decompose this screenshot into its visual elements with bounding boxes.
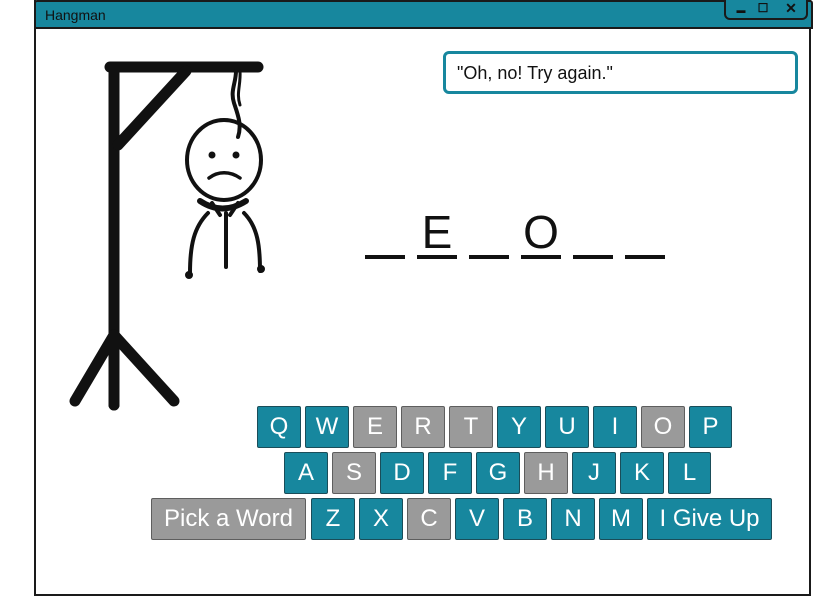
letter-slot [573, 205, 613, 259]
key-r[interactable]: R [401, 406, 445, 448]
close-icon[interactable]: ✕ [780, 0, 802, 18]
message-text: "Oh, no! Try again." [457, 63, 613, 83]
letter-slot: O [521, 205, 561, 259]
letter-slot: E [417, 205, 457, 259]
maximize-icon[interactable]: ☐ [752, 0, 774, 18]
give-up-button[interactable]: I Give Up [647, 498, 772, 540]
key-f[interactable]: F [428, 452, 472, 494]
key-o[interactable]: O [641, 406, 685, 448]
key-y[interactable]: Y [497, 406, 541, 448]
key-j[interactable]: J [572, 452, 616, 494]
letter-slot [625, 205, 665, 259]
gallows-icon [69, 61, 264, 411]
key-t[interactable]: T [449, 406, 493, 448]
key-c[interactable]: C [407, 498, 451, 540]
sad-face-icon [185, 118, 263, 202]
key-e[interactable]: E [353, 406, 397, 448]
key-i[interactable]: I [593, 406, 637, 448]
key-h[interactable]: H [524, 452, 568, 494]
window-title: Hangman [45, 7, 106, 23]
key-d[interactable]: D [380, 452, 424, 494]
minimize-icon[interactable]: ▬ [730, 0, 752, 18]
window-controls: ▬ ☐ ✕ [724, 0, 808, 20]
pick-word-button[interactable]: Pick a Word [151, 498, 306, 540]
key-v[interactable]: V [455, 498, 499, 540]
word-display: E O [365, 205, 665, 259]
key-k[interactable]: K [620, 452, 664, 494]
hangman-drawing [69, 61, 265, 411]
key-w[interactable]: W [305, 406, 349, 448]
message-box: "Oh, no! Try again." [443, 51, 798, 94]
key-p[interactable]: P [689, 406, 732, 448]
key-u[interactable]: U [545, 406, 589, 448]
key-l[interactable]: L [668, 452, 711, 494]
key-z[interactable]: Z [311, 498, 355, 540]
key-m[interactable]: M [599, 498, 643, 540]
key-a[interactable]: A [284, 452, 328, 494]
letter-slot [469, 205, 509, 259]
letter-slot [365, 205, 405, 259]
key-x[interactable]: X [359, 498, 403, 540]
title-bar[interactable]: Hangman ▬ ☐ ✕ [34, 0, 813, 29]
key-s[interactable]: S [332, 452, 376, 494]
key-g[interactable]: G [476, 452, 520, 494]
key-q[interactable]: Q [257, 406, 301, 448]
key-b[interactable]: B [503, 498, 547, 540]
key-n[interactable]: N [551, 498, 595, 540]
